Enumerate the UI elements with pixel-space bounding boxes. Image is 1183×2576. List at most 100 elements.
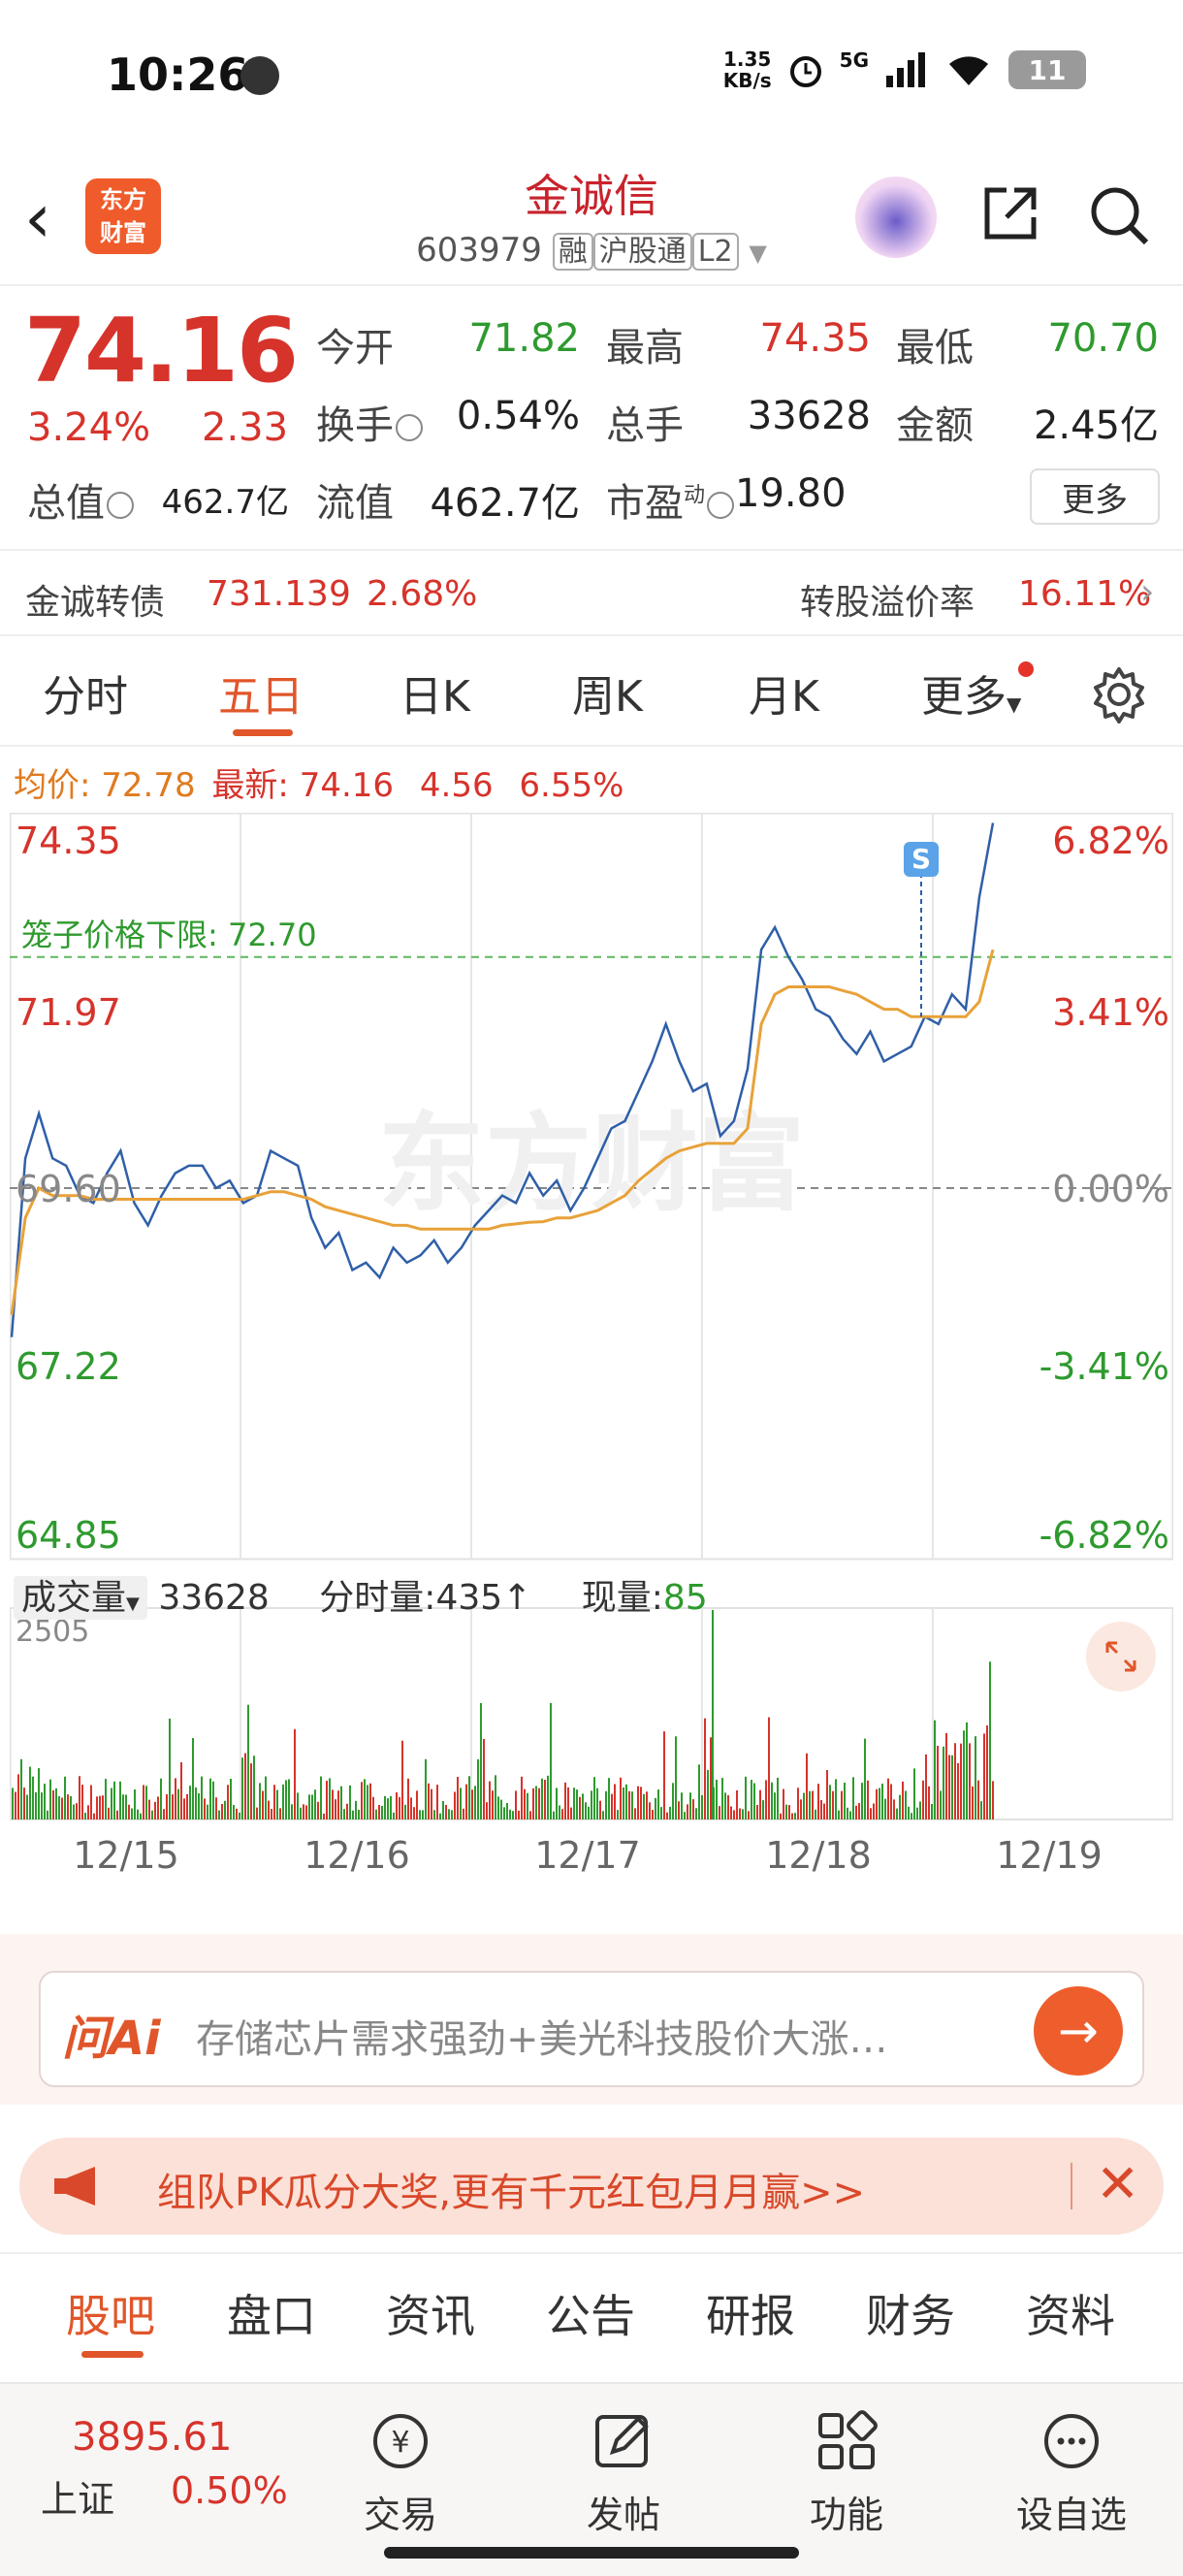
ai-assistant-avatar[interactable] xyxy=(855,177,937,258)
tab-announcements[interactable]: 公告 xyxy=(546,2281,635,2345)
volume-bar xyxy=(576,1789,578,1819)
level-tag: L2 xyxy=(691,233,739,271)
tab-five-day[interactable]: 五日 xyxy=(218,661,304,724)
volume-bar xyxy=(195,1787,197,1819)
volume-bar xyxy=(32,1776,34,1819)
volume-bar xyxy=(305,1805,307,1819)
latest-change-pct: 6.55% xyxy=(519,766,624,805)
turnover-value: 0.54% xyxy=(456,394,580,438)
tab-more[interactable]: 更多▼ xyxy=(921,661,1021,724)
premium-label: 转股溢价率 xyxy=(800,583,975,623)
price-axis-label: 71.97 xyxy=(16,991,121,1034)
stock-code: 603979 xyxy=(416,231,542,270)
expand-icon[interactable] xyxy=(1086,1622,1156,1691)
volume-bar xyxy=(617,1810,619,1819)
change-value: 2.33 xyxy=(202,405,289,450)
tab-intraday[interactable]: 分时 xyxy=(43,661,128,724)
volume-bar xyxy=(849,1811,851,1819)
info-icon[interactable] xyxy=(707,492,735,519)
post-button[interactable]: 发帖 xyxy=(551,2407,696,2538)
tab-profile[interactable]: 资料 xyxy=(1026,2281,1115,2345)
index-change: 0.50% xyxy=(171,2469,288,2512)
chevron-right-icon: › xyxy=(1140,572,1155,612)
volume-bar xyxy=(134,1789,136,1819)
volume-bar xyxy=(966,1722,968,1819)
dropdown-icon[interactable]: ▼ xyxy=(749,240,766,267)
add-watchlist-button[interactable]: 设自选 xyxy=(999,2407,1144,2538)
volume-dropdown[interactable]: 成交量▼ xyxy=(14,1576,147,1620)
tab-daily-k[interactable]: 日K xyxy=(400,661,470,724)
ai-go-button[interactable]: → xyxy=(1034,1986,1123,2076)
five-day-chart[interactable]: 笼子价格下限: 72.70 东方财富 S 74.35 71.97 69.60 67.2… xyxy=(10,813,1173,1880)
volume-bar xyxy=(649,1802,651,1819)
volume-bar xyxy=(116,1810,118,1819)
search-icon[interactable] xyxy=(1086,182,1152,248)
mktcap-label: 总值 xyxy=(27,471,134,528)
tab-news[interactable]: 资讯 xyxy=(386,2281,475,2345)
volume-bar xyxy=(695,1808,697,1819)
convertible-bond-row[interactable]: 金诚转债 731.139 2.68% 转股溢价率 16.11% › xyxy=(0,555,1183,636)
volume-bar xyxy=(844,1782,846,1819)
volume-bar xyxy=(113,1781,115,1819)
quote-panel: 74.16 3.24% 2.33 今开 71.82 最高 74.35 最低 70… xyxy=(0,289,1183,551)
volume-bar xyxy=(588,1806,590,1819)
volume-bar xyxy=(169,1718,171,1819)
volume-bar xyxy=(989,1661,991,1819)
volume-bar xyxy=(12,1787,14,1819)
promo-banner[interactable]: 组队PK瓜分大奖,更有千元红包月月赢>> ✕ xyxy=(19,2138,1164,2235)
volume-bar xyxy=(783,1788,784,1819)
volume-bar xyxy=(163,1809,165,1819)
price-axis-label: 64.85 xyxy=(16,1514,121,1557)
volume-bar xyxy=(431,1788,432,1819)
volume-bar xyxy=(762,1800,764,1819)
volume-bar xyxy=(873,1803,875,1819)
volume-bar xyxy=(753,1783,755,1819)
volume-bar xyxy=(239,1812,240,1819)
tab-finance[interactable]: 财务 xyxy=(866,2281,955,2345)
volume-bar xyxy=(800,1799,802,1819)
volume-bar xyxy=(570,1807,572,1819)
bottom-bar: 3895.61 上证 0.50% ¥ 交易 发帖 功能 设自选 xyxy=(0,2382,1183,2576)
volume-bar xyxy=(538,1787,540,1819)
tab-monthly-k[interactable]: 月K xyxy=(749,661,819,724)
tab-pankou[interactable]: 盘口 xyxy=(227,2281,316,2345)
volume-bar xyxy=(189,1786,191,1819)
info-icon[interactable] xyxy=(396,414,423,441)
volume-bar xyxy=(361,1782,363,1819)
share-icon[interactable] xyxy=(979,182,1041,244)
volume-bar xyxy=(652,1810,654,1819)
volume-bar xyxy=(823,1803,825,1819)
volume-bar xyxy=(416,1790,418,1819)
info-icon[interactable] xyxy=(107,492,134,519)
tab-research[interactable]: 研报 xyxy=(706,2281,795,2345)
ai-search-box[interactable]: 问Ai 存储芯片需求强劲+美光科技股价大涨… → xyxy=(39,1971,1144,2087)
volume-bar xyxy=(951,1755,953,1819)
volume-bar xyxy=(241,1757,243,1819)
tab-guba[interactable]: 股吧 xyxy=(66,2281,155,2345)
trade-button[interactable]: ¥ 交易 xyxy=(328,2407,473,2538)
tab-weekly-k[interactable]: 周K xyxy=(572,661,643,724)
volume-bar xyxy=(870,1808,872,1819)
volume-bar xyxy=(567,1787,569,1819)
more-quote-button[interactable]: 更多 xyxy=(1030,468,1160,525)
volume-bar xyxy=(250,1763,252,1819)
volume-bar xyxy=(969,1743,971,1819)
volume-bar xyxy=(847,1807,848,1819)
volume-bar xyxy=(704,1718,706,1819)
function-button[interactable]: 功能 xyxy=(774,2407,919,2538)
volume-bar xyxy=(975,1736,976,1819)
battery-icon: 11 xyxy=(1008,50,1086,89)
volume-bar xyxy=(323,1813,325,1819)
chart-lines: S xyxy=(10,822,995,1337)
volume-bar xyxy=(410,1797,412,1819)
gear-icon[interactable] xyxy=(1090,665,1148,724)
volume-bar xyxy=(727,1794,729,1819)
volume-bar xyxy=(829,1785,831,1819)
volume-bar xyxy=(745,1776,747,1819)
volume-bar xyxy=(259,1783,261,1819)
margin-tag: 融 xyxy=(552,233,593,271)
promo-text: 组队PK瓜分大奖,更有千元红包月月赢>> xyxy=(157,2171,866,2215)
close-icon[interactable]: ✕ xyxy=(1096,2153,1139,2214)
volume-bar xyxy=(93,1813,95,1819)
megaphone-icon xyxy=(54,2167,95,2206)
